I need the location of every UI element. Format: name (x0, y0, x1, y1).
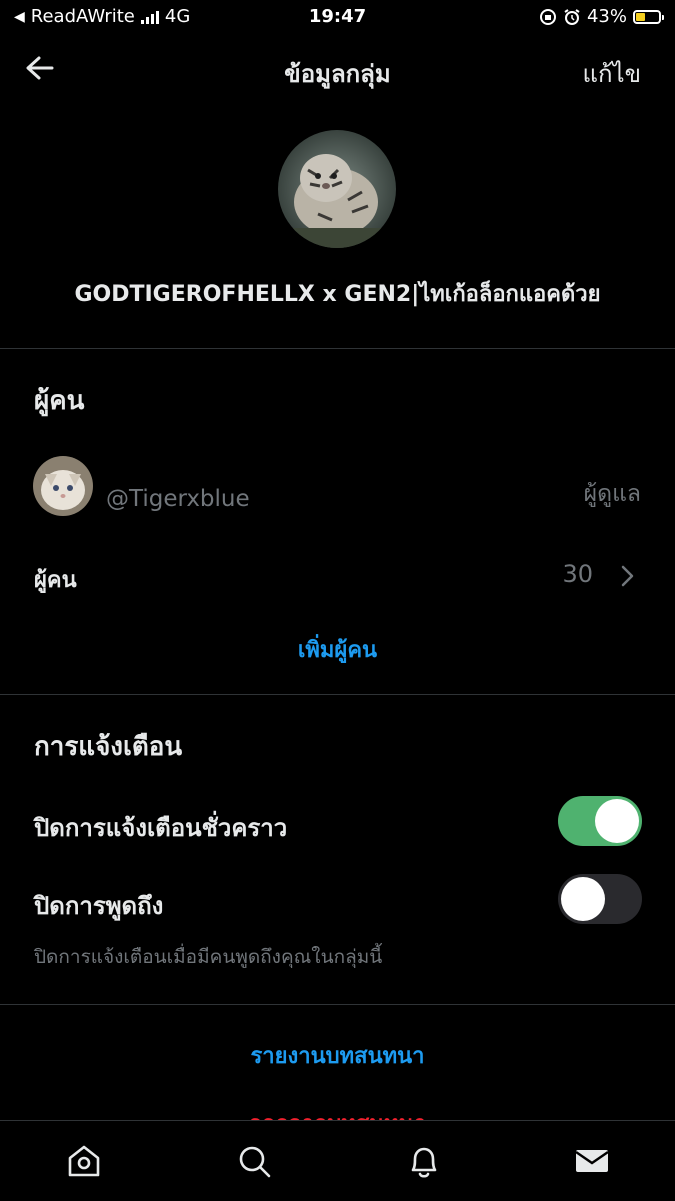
home-icon[interactable] (64, 1141, 104, 1181)
group-avatar[interactable] (278, 130, 396, 248)
tiger-cub-photo (278, 130, 396, 248)
battery-fill (636, 12, 645, 21)
chevron-right-icon (621, 565, 634, 587)
toggle-knob (561, 877, 605, 921)
status-right: 43% (539, 6, 664, 27)
toggle-knob (595, 799, 639, 843)
report-conversation-button[interactable]: รายงานบทสนทนา (0, 1038, 675, 1073)
mute-mentions-hint: ปิดการแจ้งเตือนเมื่อมีคนพูดถึงคุณในกลุ่ม… (34, 946, 383, 968)
orientation-lock-icon (539, 8, 556, 25)
mute-mentions-toggle[interactable] (558, 874, 642, 924)
status-bar: ◀ ReadAWrite 4G 19:47 43% (0, 0, 675, 36)
search-icon[interactable] (234, 1141, 274, 1181)
notifications-section-title: การแจ้งเตือน (34, 732, 183, 762)
page-title: ข้อมูลกลุ่ม (284, 60, 391, 88)
divider (0, 1004, 675, 1005)
divider (0, 348, 675, 349)
kitten-photo (33, 456, 93, 516)
battery-percent: 43% (586, 6, 627, 27)
alarm-icon (564, 8, 580, 25)
add-people-button[interactable]: เพิ่มผู้คน (0, 632, 675, 667)
edit-button[interactable]: แก้ไข (583, 54, 641, 93)
snooze-notifications-toggle[interactable] (558, 796, 642, 846)
tab-bar (0, 1120, 675, 1201)
mail-icon[interactable] (572, 1141, 612, 1181)
people-count: 30 (562, 560, 593, 588)
people-row[interactable]: ผู้คน 30 (0, 552, 675, 602)
admin-role-label: ผู้ดูแล (583, 481, 641, 507)
battery-icon (633, 9, 664, 24)
mute-mentions-label: ปิดการพูดถึง (34, 892, 164, 920)
people-label: ผู้คน (34, 568, 77, 593)
bell-icon[interactable] (404, 1141, 444, 1181)
admin-handle[interactable]: @Tigerxblue (106, 486, 250, 512)
divider (0, 694, 675, 695)
group-name: GODTIGEROFHELLX x GEN2|ไทเก้อล็อกแอคด้วย (74, 282, 601, 307)
people-section-title: ผู้คน (34, 386, 85, 416)
admin-avatar[interactable] (33, 456, 93, 516)
snooze-notifications-label: ปิดการแจ้งเตือนชั่วคราว (34, 814, 288, 842)
